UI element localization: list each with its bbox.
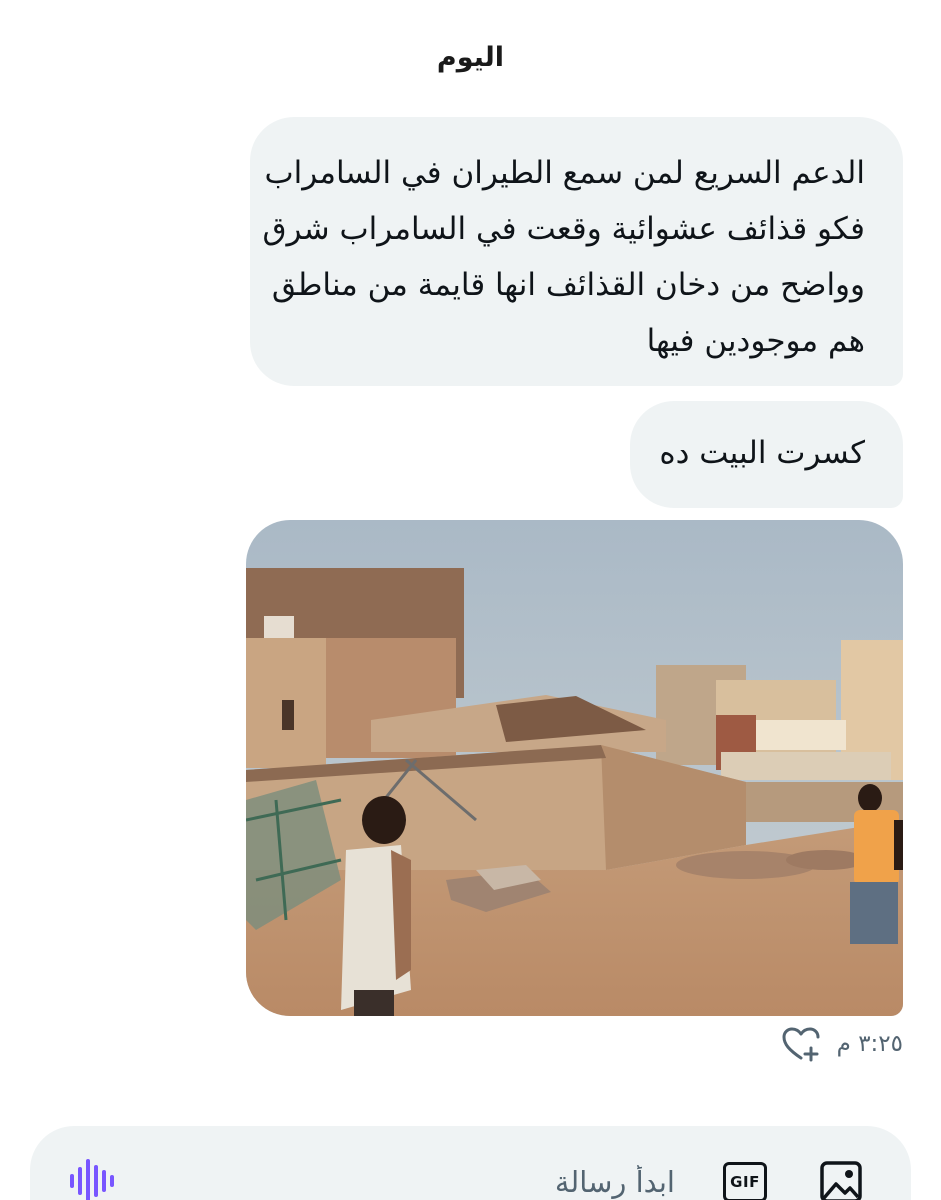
message-meta: ٣:٢٥ م xyxy=(781,1026,903,1062)
message-line: هم موجودين فيها xyxy=(646,323,865,359)
message-timestamp: ٣:٢٥ م xyxy=(836,1031,903,1057)
message-input[interactable] xyxy=(205,1162,675,1200)
damaged-house-photo xyxy=(246,520,903,1016)
dm-conversation: اليوم الدعم السريع لمن سمع الطيران في ال… xyxy=(0,0,941,1200)
message-photo[interactable] xyxy=(246,520,903,1016)
message-composer: GIF xyxy=(30,1126,911,1200)
date-separator: اليوم xyxy=(436,42,505,73)
message-bubble[interactable]: الدعم السريع لمن سمع الطيران في السامراب… xyxy=(250,117,903,386)
message-line: وواضح من دخان القذائف انها قايمة من مناط… xyxy=(271,267,865,303)
image-icon[interactable] xyxy=(819,1160,863,1200)
message-line: الدعم السريع لمن سمع الطيران في السامراب xyxy=(264,155,865,191)
gif-button[interactable]: GIF xyxy=(723,1162,767,1200)
message-line: كسرت البيت ده xyxy=(659,435,865,471)
voice-waveform-icon[interactable] xyxy=(68,1158,116,1200)
heart-plus-icon[interactable] xyxy=(781,1026,821,1062)
message-bubble[interactable]: كسرت البيت ده xyxy=(630,401,903,508)
message-line: فكو قذائف عشوائية وقعت في السامراب شرق xyxy=(262,211,865,247)
